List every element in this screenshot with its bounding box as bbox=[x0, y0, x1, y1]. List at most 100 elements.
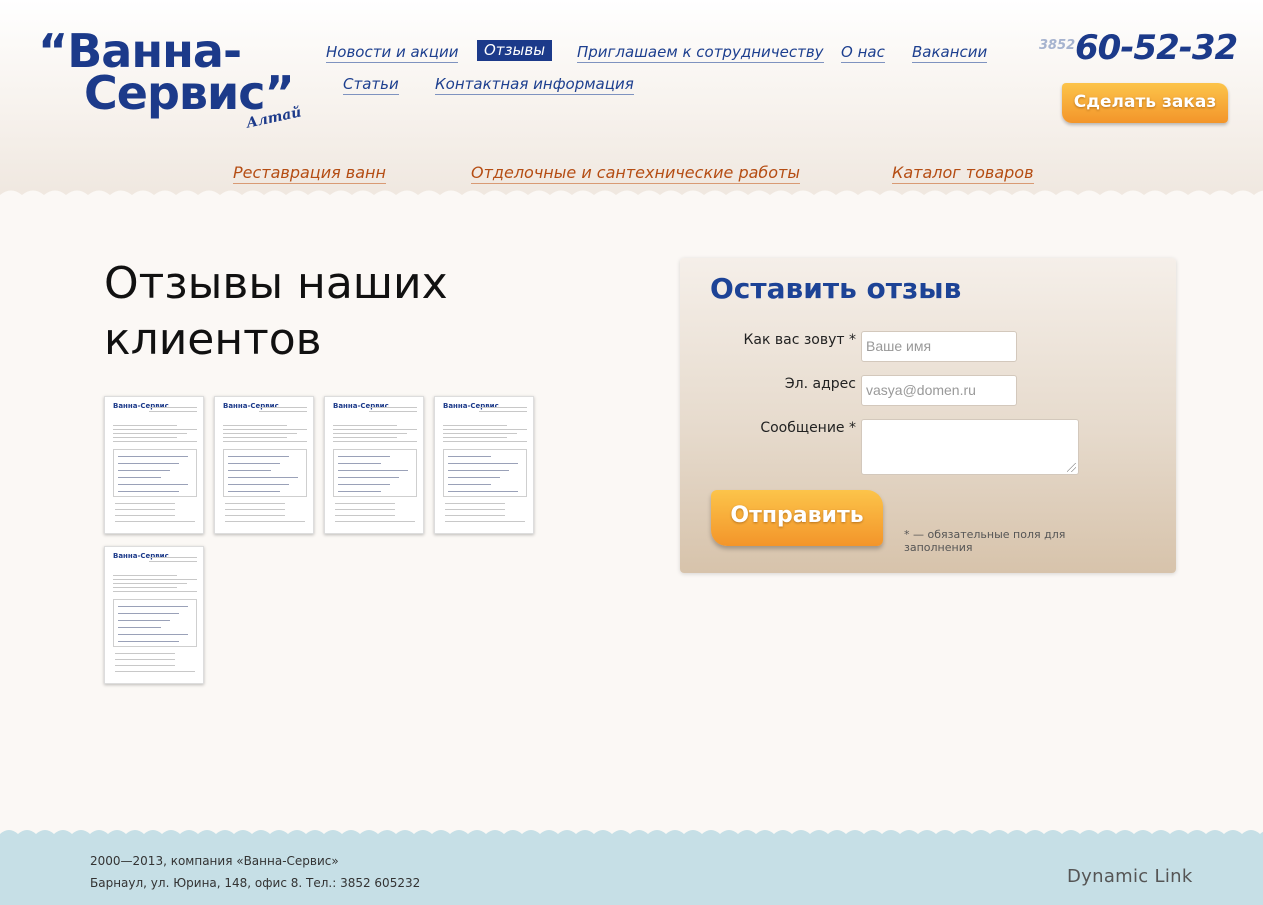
thumbnail-text-line bbox=[113, 437, 177, 438]
nav-cooperation[interactable]: Приглашаем к сотрудничеству bbox=[577, 43, 824, 63]
thumbnail-text-line bbox=[223, 433, 297, 434]
resize-grip-icon[interactable] bbox=[1067, 463, 1076, 472]
message-textarea[interactable] bbox=[861, 419, 1079, 475]
thumbnail-text-line bbox=[225, 515, 285, 516]
thumbnail-text-line bbox=[333, 429, 417, 430]
submit-button[interactable]: Отправить bbox=[711, 490, 883, 546]
developer-link[interactable]: Dynamic Link bbox=[1067, 866, 1193, 887]
name-label: Как вас зовут * bbox=[743, 332, 856, 348]
thumbnail-text-line bbox=[113, 433, 187, 434]
nav-news[interactable]: Новости и акции bbox=[326, 43, 459, 63]
review-thumbnail[interactable]: Ванна-Сервис bbox=[104, 396, 204, 534]
handwriting-line bbox=[228, 484, 289, 485]
thumbnail-text-line bbox=[149, 561, 197, 562]
thumbnail-text-line bbox=[113, 579, 197, 580]
form-title: Оставить отзыв bbox=[710, 272, 962, 305]
thumbnail-text-line bbox=[369, 407, 417, 408]
handwriting-line bbox=[118, 456, 188, 457]
subnav-catalog[interactable]: Каталог товаров bbox=[892, 163, 1034, 184]
thumbnail-text-line bbox=[113, 575, 177, 576]
thumbnail-text-line bbox=[115, 503, 175, 504]
thumbnail-text-line bbox=[479, 407, 527, 408]
handwritten-area bbox=[333, 449, 417, 497]
handwriting-line bbox=[118, 641, 179, 642]
nav-reviews[interactable]: Отзывы bbox=[477, 40, 553, 61]
nav-vacancies[interactable]: Вакансии bbox=[912, 43, 988, 63]
nav-contacts[interactable]: Контактная информация bbox=[435, 75, 634, 95]
subnav-bath-restoration[interactable]: Реставрация ванн bbox=[233, 163, 386, 184]
handwriting-line bbox=[338, 491, 381, 492]
required-fields-note: * — обязательные поля для заполнения bbox=[904, 528, 1066, 554]
thumbnail-text-line bbox=[445, 515, 505, 516]
handwriting-line bbox=[118, 627, 161, 628]
review-thumbnail[interactable]: Ванна-Сервис bbox=[324, 396, 424, 534]
thumbnail-text-line bbox=[149, 407, 197, 408]
handwriting-line bbox=[228, 456, 289, 457]
handwriting-line bbox=[118, 491, 179, 492]
handwritten-area bbox=[113, 599, 197, 647]
thumbnail-text-line bbox=[113, 591, 197, 592]
handwriting-line bbox=[338, 470, 408, 471]
thumbnail-text-line bbox=[335, 509, 395, 510]
thumbnail-text-line bbox=[335, 521, 415, 522]
handwriting-line bbox=[118, 634, 188, 635]
handwriting-line bbox=[118, 620, 170, 621]
handwriting-line bbox=[448, 470, 509, 471]
review-form: Оставить отзыв Как вас зовут * Ваше имя … bbox=[680, 258, 1176, 573]
thumbnail-text-line bbox=[335, 503, 395, 504]
thumbnail-text-line bbox=[113, 587, 177, 588]
thumbnail-text-line bbox=[225, 521, 305, 522]
site-logo[interactable]: “Ванна- Сервис” Алтай bbox=[38, 24, 308, 132]
email-label: Эл. адрес bbox=[784, 376, 856, 392]
thumbnail-text-line bbox=[445, 503, 505, 504]
handwriting-line bbox=[118, 463, 179, 464]
phone-code: 3852 bbox=[1039, 38, 1076, 53]
thumbnail-text-line bbox=[115, 653, 175, 654]
handwriting-line bbox=[448, 456, 491, 457]
thumbnail-text-line bbox=[223, 429, 307, 430]
thumbnail-text-line bbox=[115, 665, 175, 666]
handwriting-line bbox=[338, 463, 381, 464]
thumbnail-text-line bbox=[443, 441, 527, 442]
handwritten-area bbox=[223, 449, 307, 497]
thumbnail-text-line bbox=[445, 521, 525, 522]
page-title: Отзывы наших клиентов bbox=[104, 258, 448, 365]
handwriting-line bbox=[118, 613, 179, 614]
thumbnail-text-line bbox=[259, 411, 307, 412]
thumbnail-text-line bbox=[113, 583, 187, 584]
thumbnail-text-line bbox=[259, 407, 307, 408]
thumbnail-text-line bbox=[149, 411, 197, 412]
thumbnail-text-line bbox=[335, 515, 395, 516]
handwritten-area bbox=[113, 449, 197, 497]
thumbnail-text-line bbox=[113, 425, 177, 426]
thumbnail-text-line bbox=[369, 411, 417, 412]
header-wave-divider bbox=[0, 190, 1263, 204]
thumbnail-text-line bbox=[225, 503, 285, 504]
message-label: Сообщение * bbox=[760, 420, 856, 436]
thumbnail-text-line bbox=[479, 411, 527, 412]
thumbnail-text-line bbox=[149, 557, 197, 558]
nav-articles[interactable]: Статьи bbox=[343, 75, 399, 95]
order-button[interactable]: Сделать заказ bbox=[1062, 83, 1228, 123]
thumbnail-text-line bbox=[115, 521, 195, 522]
handwriting-line bbox=[228, 477, 298, 478]
review-thumbnail[interactable]: Ванна-Сервис bbox=[104, 546, 204, 684]
handwriting-line bbox=[338, 477, 399, 478]
nav-about[interactable]: О нас bbox=[841, 43, 885, 63]
subnav-finishing-works[interactable]: Отделочные и сантехнические работы bbox=[471, 163, 801, 184]
thumbnail-text-line bbox=[115, 671, 195, 672]
email-input[interactable]: vasya@domen.ru bbox=[861, 375, 1017, 406]
thumbnail-text-line bbox=[443, 433, 517, 434]
thumbnail-text-line bbox=[223, 437, 287, 438]
handwriting-line bbox=[448, 491, 518, 492]
thumbnail-text-line bbox=[333, 425, 397, 426]
review-thumbnail[interactable]: Ванна-Сервис bbox=[214, 396, 314, 534]
thumbnail-text-line bbox=[443, 429, 527, 430]
name-input[interactable]: Ваше имя bbox=[861, 331, 1017, 362]
handwriting-line bbox=[118, 470, 170, 471]
review-thumbnail[interactable]: Ванна-Сервис bbox=[434, 396, 534, 534]
thumbnail-text-line bbox=[223, 425, 287, 426]
thumbnail-text-line bbox=[443, 437, 507, 438]
thumbnail-text-line bbox=[333, 441, 417, 442]
handwriting-line bbox=[338, 456, 390, 457]
